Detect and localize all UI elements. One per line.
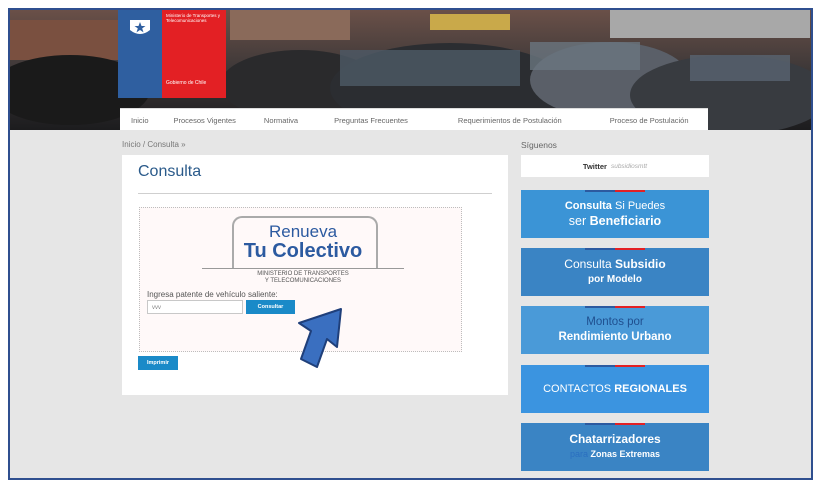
page-title: Consulta xyxy=(138,163,202,180)
nav-item-requerimientos[interactable]: Requerimientos de Postulación xyxy=(430,116,590,125)
banner-5-line2-bold: Zonas Extremas xyxy=(590,449,661,459)
banner-4-line1-bold: REGIONALES xyxy=(614,382,687,395)
banner-3-line1-normal: Montos por xyxy=(586,316,644,328)
banner-consulta-subsidio[interactable]: Consulta Subsidio por Modelo xyxy=(521,248,709,296)
government-name: Gobierno de Chile xyxy=(166,80,207,86)
plate-input[interactable]: vvv xyxy=(147,300,243,314)
follow-us-label: Síguenos xyxy=(521,140,557,150)
plate-label: Ingresa patente de vehículo saliente: xyxy=(147,290,278,299)
banner-1-line2-normal: ser xyxy=(568,214,587,228)
banner-accent-bar xyxy=(585,365,645,367)
ministry-name: Ministerio de Transportes y Telecomunica… xyxy=(166,13,221,23)
banner-consulta-beneficiario[interactable]: Consulta Si Puedes ser Beneficiario xyxy=(521,190,709,238)
nav-item-proceso-postulacion[interactable]: Proceso de Postulación xyxy=(590,116,709,125)
nav-item-procesos-vigentes[interactable]: Procesos Vigentes xyxy=(160,116,250,125)
renueva-logo: Renueva Tu Colectivo xyxy=(202,216,404,272)
browser-viewport: Ministerio de Transportes y Telecomunica… xyxy=(8,8,813,480)
government-logo[interactable]: Ministerio de Transportes y Telecomunica… xyxy=(118,10,226,98)
twitter-label: Twitter xyxy=(582,161,607,171)
banner-1-line2-bold: Beneficiario xyxy=(589,214,662,228)
nav-item-inicio[interactable]: Inicio xyxy=(120,116,160,125)
logo-line1: Renueva xyxy=(268,222,338,241)
imprimir-button[interactable]: Imprimir xyxy=(138,356,178,370)
chile-crest-icon xyxy=(130,20,150,34)
ministry-caption: MINISTERIO DE TRANSPORTES Y TELECOMUNICA… xyxy=(230,271,376,285)
breadcrumb[interactable]: Inicio / Consulta » xyxy=(122,140,186,149)
logo-baseline xyxy=(202,268,404,269)
banner-2-line1-bold: Subsidio xyxy=(615,257,666,271)
header-banner: Ministerio de Transportes y Telecomunica… xyxy=(10,10,811,130)
banner-accent-bar xyxy=(585,190,645,192)
nav-item-preguntas-frecuentes[interactable]: Preguntas Frecuentes xyxy=(312,116,430,125)
banner-2-line2-bold: por Modelo xyxy=(588,274,642,285)
banner-3-line2-bold: Rendimiento Urbano xyxy=(558,331,672,343)
banner-accent-bar xyxy=(585,248,645,250)
ministry-line2: Y TELECOMUNICACIONES xyxy=(264,278,342,284)
banner-accent-bar xyxy=(585,306,645,308)
logo-line2: Tu Colectivo xyxy=(243,240,363,262)
banner-2-line1-normal: Consulta xyxy=(564,257,612,271)
banner-5-line2-normal: para xyxy=(569,449,588,459)
twitter-widget[interactable]: Twitter subsidiosmtt xyxy=(521,155,709,177)
banner-accent-bar xyxy=(585,423,645,425)
ministry-line1: MINISTERIO DE TRANSPORTES xyxy=(257,271,349,277)
banner-contactos-regionales[interactable]: CONTACTOS REGIONALES xyxy=(521,365,709,413)
banner-5-line1-bold: Chatarrizadores xyxy=(569,432,661,446)
nav-item-normativa[interactable]: Normativa xyxy=(250,116,312,125)
banner-montos-rendimiento[interactable]: Montos por Rendimiento Urbano xyxy=(521,306,709,354)
title-divider xyxy=(138,193,492,194)
banner-1-line1-normal: Si Puedes xyxy=(614,200,666,212)
pointer-arrow-icon xyxy=(298,308,342,368)
banner-4-line1-normal: CONTACTOS xyxy=(543,382,612,395)
main-nav: Inicio Procesos Vigentes Normativa Pregu… xyxy=(120,108,708,130)
twitter-handle[interactable]: subsidiosmtt xyxy=(611,163,647,170)
banner-1-line1-bold: Consulta xyxy=(564,200,612,212)
banner-chatarrizadores[interactable]: Chatarrizadores para Zonas Extremas xyxy=(521,423,709,471)
consultar-button[interactable]: Consultar xyxy=(246,300,295,314)
